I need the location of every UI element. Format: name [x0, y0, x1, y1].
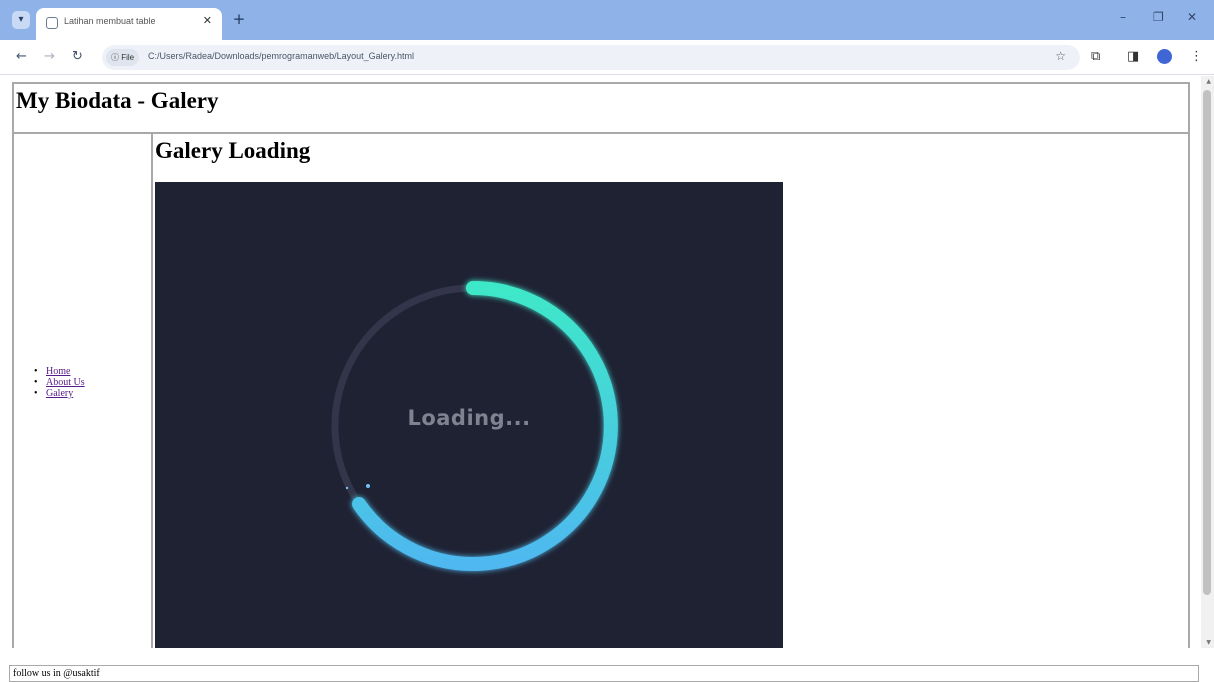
loader-panel: Loading...	[155, 182, 783, 648]
tab-title: Latihan membuat table	[64, 16, 156, 26]
browser-tab[interactable]: Latihan membuat table ✕	[36, 8, 222, 40]
url-text[interactable]: C:/Users/Radea/Downloads/pemrogramanweb/…	[148, 51, 414, 61]
file-chip[interactable]: ⓘ File	[106, 49, 140, 66]
scroll-up-icon[interactable]: ▲	[1206, 78, 1211, 85]
scroll-down-icon[interactable]: ▼	[1206, 639, 1211, 646]
nav-item-about: About Us	[34, 377, 85, 388]
bookmark-star-icon[interactable]: ☆	[1055, 49, 1066, 63]
scroll-thumb[interactable]	[1203, 90, 1211, 595]
forward-icon[interactable]: →	[44, 49, 55, 64]
side-panel-icon[interactable]: ◨	[1127, 49, 1139, 64]
extensions-icon[interactable]: ⧉	[1091, 49, 1100, 64]
browser-toolbar: ← → ↻ ⓘ File C:/Users/Radea/Downloads/pe…	[0, 40, 1214, 75]
tab-close-icon[interactable]: ✕	[203, 14, 212, 27]
page-body-table: Home About Us Galery Galery Loading	[12, 132, 1190, 648]
page-header: My Biodata - Galery	[12, 82, 1190, 134]
nav-link-galery[interactable]: Galery	[46, 388, 73, 399]
tab-favicon-icon	[46, 17, 58, 29]
loader-dot	[366, 484, 370, 488]
menu-icon[interactable]: ⋮	[1190, 49, 1203, 64]
back-icon[interactable]: ←	[16, 49, 27, 64]
close-window-icon[interactable]: ✕	[1187, 10, 1197, 24]
nav-list: Home About Us Galery	[34, 366, 85, 399]
page-viewport: My Biodata - Galery Home About Us Galery…	[0, 76, 1214, 648]
tab-search-icon[interactable]: ▾	[12, 11, 30, 29]
profile-avatar-icon[interactable]	[1157, 49, 1172, 64]
loader-dot	[345, 486, 349, 490]
nav-link-about[interactable]: About Us	[46, 377, 85, 388]
sidebar-nav: Home About Us Galery	[14, 134, 151, 648]
restore-icon[interactable]: ❐	[1153, 10, 1164, 24]
main-title: Galery Loading	[155, 138, 311, 163]
page-title: My Biodata - Galery	[16, 88, 219, 113]
footer-text: follow us in @usaktif	[13, 668, 100, 679]
address-bar[interactable]: ⓘ File C:/Users/Radea/Downloads/pemrogra…	[102, 45, 1080, 70]
nav-item-home: Home	[34, 366, 85, 377]
nav-item-galery: Galery	[34, 388, 85, 399]
nav-link-home[interactable]: Home	[46, 366, 70, 377]
new-tab-button[interactable]: +	[230, 10, 248, 28]
minimize-icon[interactable]: –	[1120, 10, 1126, 24]
loading-text: Loading...	[407, 406, 531, 430]
reload-icon[interactable]: ↻	[72, 49, 83, 64]
page-footer: follow us in @usaktif	[9, 665, 1199, 682]
main-content: Galery Loading Loading...	[151, 134, 1188, 648]
browser-tab-bar: ▾ Latihan membuat table ✕ + – ❐ ✕	[0, 0, 1214, 40]
